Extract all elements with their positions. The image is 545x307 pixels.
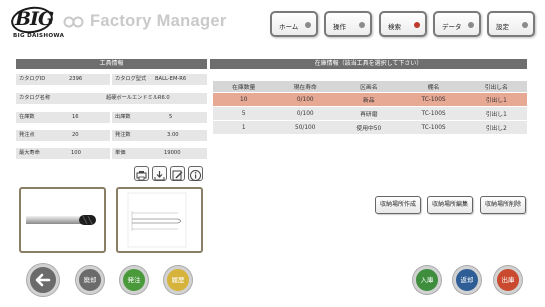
stock-count-row: 在庫数 16: [16, 112, 110, 123]
cell: 引出し2: [465, 120, 527, 134]
order-qty-row: 発注数 3.00: [112, 130, 207, 141]
reorder-point-value: 20: [72, 132, 79, 138]
nav-data-button[interactable]: データ: [433, 11, 481, 37]
logo-subtitle: BIG DAISHOWA: [13, 33, 65, 39]
order-button[interactable]: 発注: [120, 266, 148, 294]
catalog-id-value: 2396: [69, 76, 83, 82]
nav-search-button[interactable]: 検索: [379, 11, 427, 37]
nav-settings-button[interactable]: 設定: [487, 11, 535, 37]
cell: 引出し1: [465, 92, 527, 107]
cell: 0/100: [274, 92, 336, 107]
max-life-row: 最大寿命 100: [16, 148, 110, 159]
info-button[interactable]: [188, 166, 203, 181]
barcode-print-button[interactable]: [134, 166, 149, 181]
catalog-name-label: カタログ名称: [19, 95, 51, 101]
tool-drawing: [116, 187, 203, 253]
catalog-name-value: 超硬ボールエンドミルR6.0: [106, 95, 170, 101]
cell: 新品: [335, 92, 402, 107]
info-icon: [190, 170, 201, 181]
end-mill-image: [26, 215, 96, 225]
catalog-type-row: カタログ型式 BALL-EM-R6: [112, 74, 207, 85]
cell: TC-100S: [401, 106, 466, 121]
table-row[interactable]: 5 0/100 再研磨 TC-100S 引出し1: [213, 106, 527, 121]
column-header: 現在寿命: [274, 81, 336, 93]
order-qty-label: 発注数: [115, 132, 131, 138]
nav-home-button[interactable]: ホーム: [270, 11, 318, 37]
stock-count-value: 16: [72, 114, 79, 120]
stock-info-title: 在庫情報（該当工具を選択して下さい）: [210, 59, 527, 69]
column-header: 区画名: [335, 81, 402, 93]
dispose-button[interactable]: 廃却: [76, 266, 104, 294]
return-button[interactable]: 返却: [453, 266, 481, 294]
printer-icon: [136, 171, 147, 181]
column-header: 引出し名: [465, 81, 527, 93]
reorder-point-row: 発注点 20: [16, 130, 110, 141]
active-dot-icon: [414, 22, 420, 28]
download-icon: [154, 171, 165, 181]
cell: 5: [213, 106, 275, 121]
cell: 再研磨: [335, 106, 402, 121]
reorder-point-label: 発注点: [19, 132, 35, 138]
out-count-row: 出庫数 5: [112, 112, 207, 123]
unit-price-row: 単価 19000: [112, 148, 207, 159]
edit-button[interactable]: [170, 166, 185, 181]
status-dot-icon: [359, 22, 365, 28]
logo-big: BIG: [15, 8, 54, 30]
history-button[interactable]: 履歴: [164, 266, 192, 294]
edit-location-button[interactable]: 収納場所編集: [427, 196, 473, 214]
nav-operation-button[interactable]: 操作: [324, 11, 372, 37]
max-life-label: 最大寿命: [19, 150, 40, 156]
column-header: 棚名: [401, 81, 466, 93]
catalog-type-value: BALL-EM-R6: [155, 76, 187, 82]
tool-info-title: 工具情報: [16, 59, 207, 69]
stock-table: 在庫数量 現在寿命 区画名 棚名 引出し名 10 0/100 新品 TC-100…: [213, 81, 527, 134]
cell: 0/100: [274, 106, 336, 121]
stock-in-button[interactable]: 入庫: [413, 266, 441, 294]
back-button[interactable]: [27, 264, 59, 296]
out-count-label: 出庫数: [115, 114, 131, 120]
status-dot-icon: [305, 22, 311, 28]
nav-label: 検索: [388, 23, 401, 31]
delete-location-button[interactable]: 収納場所削除: [480, 196, 526, 214]
cell: TC-100S: [401, 92, 466, 107]
status-dot-icon: [522, 22, 528, 28]
nav-label: 設定: [496, 23, 509, 31]
unit-price-label: 単価: [115, 150, 126, 156]
order-qty-value: 3.00: [167, 132, 179, 138]
cell: 50/100: [274, 120, 336, 134]
max-life-value: 100: [71, 150, 81, 156]
nav-label: ホーム: [279, 23, 299, 31]
catalog-type-label: カタログ型式: [115, 76, 147, 82]
stock-out-button[interactable]: 出庫: [494, 266, 522, 294]
status-dot-icon: [468, 22, 474, 28]
table-row[interactable]: 1 50/100 使用中50 TC-100S 引出し2: [213, 120, 527, 134]
app-title: Factory Manager: [90, 12, 227, 30]
column-header: 在庫数量: [213, 81, 275, 93]
arrow-left-icon: [35, 273, 51, 287]
download-button[interactable]: [152, 166, 167, 181]
catalog-name-row: カタログ名称 超硬ボールエンドミルR6.0: [16, 93, 207, 104]
cell: TC-100S: [401, 120, 466, 134]
create-location-button[interactable]: 収納場所作成: [375, 196, 421, 214]
unit-price-value: 19000: [164, 150, 181, 156]
stock-count-label: 在庫数: [19, 114, 35, 120]
out-count-value: 5: [169, 114, 173, 120]
cell: 10: [213, 92, 275, 107]
tool-drawing-image: [127, 192, 187, 248]
edit-icon: [172, 170, 183, 181]
cell: 1: [213, 120, 275, 134]
cell: 引出し1: [465, 106, 527, 121]
catalog-id-label: カタログID: [19, 76, 46, 82]
app-logo-icon: [63, 16, 84, 28]
table-row[interactable]: 10 0/100 新品 TC-100S 引出し1: [213, 92, 527, 107]
nav-label: 操作: [333, 23, 346, 31]
cell: 使用中50: [335, 120, 402, 134]
catalog-id-row: カタログID 2396: [16, 74, 110, 85]
tool-photo: [19, 187, 106, 253]
nav-label: データ: [442, 23, 462, 31]
